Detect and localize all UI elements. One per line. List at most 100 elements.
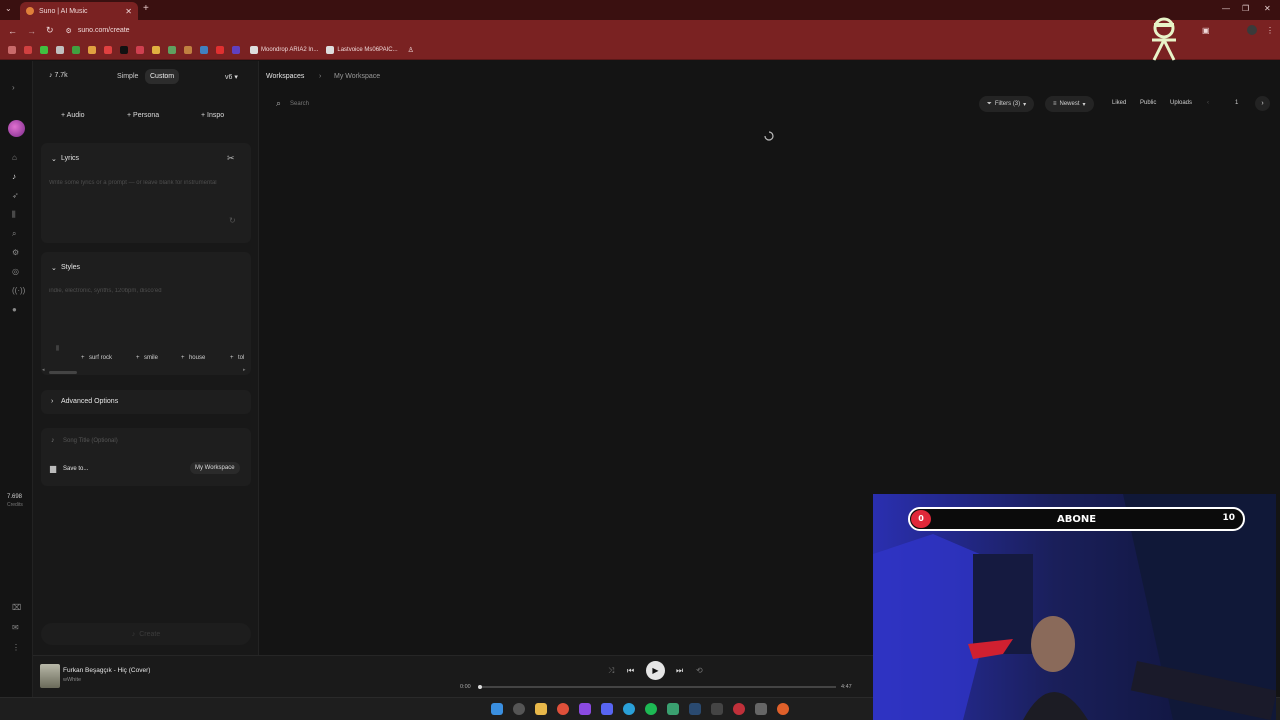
bookmark-icon[interactable]	[250, 46, 258, 54]
bookmark-icon[interactable]	[326, 46, 335, 54]
breadcrumb-root[interactable]: Workspaces	[266, 73, 304, 80]
site-info-icon[interactable]: ⚙	[66, 27, 72, 35]
back-icon[interactable]: ←	[8, 26, 17, 36]
reload-icon[interactable]: ↻	[46, 25, 54, 36]
apps-icon[interactable]	[8, 46, 16, 54]
browser-menu-icon[interactable]: ⋮	[1266, 26, 1274, 35]
bookmark-icon[interactable]	[24, 46, 32, 54]
sort-button[interactable]: ≡ Newest ▾	[1045, 96, 1094, 112]
more-icon[interactable]: ⋮	[12, 643, 20, 652]
steam-icon[interactable]	[689, 703, 701, 715]
bookmark-icon[interactable]	[200, 46, 208, 54]
bookmark-icon[interactable]	[136, 46, 144, 54]
mail-icon[interactable]: ✉	[12, 623, 19, 632]
x-icon[interactable]	[120, 46, 128, 54]
radio-icon[interactable]: ((·))	[12, 286, 25, 295]
bookmark-icon[interactable]	[72, 46, 80, 54]
app-icon[interactable]	[733, 703, 745, 715]
add-persona-button[interactable]: + Persona	[127, 112, 159, 119]
style-tag[interactable]: + surf rock	[81, 346, 112, 364]
search-icon[interactable]	[513, 703, 525, 715]
bookmark-icon[interactable]	[88, 46, 96, 54]
hooks-icon[interactable]: ◎	[12, 267, 19, 276]
repeat-icon[interactable]: ⟲	[696, 666, 703, 675]
progress-bar[interactable]	[478, 685, 836, 689]
scroll-right-icon[interactable]: ▸	[243, 367, 246, 373]
app-icon[interactable]	[579, 703, 591, 715]
browser-tab[interactable]: Suno | AI Music ✕	[20, 2, 138, 20]
uploads-filter[interactable]: Uploads	[1170, 100, 1192, 106]
lyrics-input[interactable]: Write some lyrics or a prompt — or leave…	[49, 180, 244, 186]
url-field[interactable]: suno.com/create	[78, 27, 130, 34]
chrome-icon[interactable]	[557, 703, 569, 715]
add-audio-button[interactable]: + Audio	[61, 112, 85, 119]
close-tab-icon[interactable]: ✕	[125, 7, 132, 16]
mode-custom-tab[interactable]: Custom	[145, 69, 180, 84]
create-icon[interactable]: ♪	[12, 172, 16, 181]
app-icon[interactable]	[777, 703, 789, 715]
add-inspo-button[interactable]: + Inspo	[201, 112, 224, 119]
file-explorer-icon[interactable]	[535, 703, 547, 715]
play-button[interactable]: ▶	[646, 661, 665, 680]
extensions-icon[interactable]: ▣	[1202, 26, 1210, 35]
notifications-icon[interactable]: ●	[12, 305, 17, 314]
expand-sidebar-icon[interactable]: ›	[12, 83, 15, 92]
album-art[interactable]	[40, 664, 60, 688]
styles-title[interactable]: Styles	[61, 264, 80, 271]
create-button[interactable]: ♪ Create	[41, 623, 251, 645]
bookmark-icon[interactable]	[232, 46, 240, 54]
search-input[interactable]: Search	[290, 101, 970, 107]
shuffle-icon[interactable]: ⤨	[608, 666, 614, 676]
app-icon[interactable]	[667, 703, 679, 715]
version-select[interactable]: v6 ▾	[225, 73, 238, 81]
user-avatar[interactable]	[8, 120, 25, 137]
restore-icon[interactable]: ❐	[1242, 4, 1249, 13]
style-tag[interactable]: + tol	[230, 346, 251, 364]
credits-badge[interactable]: ♪ 7.7k	[49, 72, 68, 79]
bookmark-link[interactable]: Moondrop ARIA2 In...	[261, 47, 318, 53]
app-icon[interactable]	[711, 703, 723, 715]
prev-page-icon[interactable]: ‹	[1207, 100, 1209, 106]
track-title[interactable]: Furkan Beşagçık - Hiç (Cover)	[63, 667, 150, 674]
filters-button[interactable]: ⏷ Filters (3) ▾	[979, 96, 1035, 112]
tags-scrollbar[interactable]	[49, 371, 77, 374]
home-icon[interactable]: ⌂	[12, 153, 17, 162]
bookmark-icon[interactable]	[216, 46, 224, 54]
minimize-icon[interactable]: —	[1222, 4, 1230, 13]
lyrics-title[interactable]: Lyrics	[61, 155, 79, 162]
track-artist[interactable]: wWhite	[63, 677, 81, 683]
scroll-left-icon[interactable]: ◂	[42, 367, 45, 373]
previous-icon[interactable]: ⏮	[627, 666, 634, 676]
profile-icon[interactable]	[1247, 25, 1257, 35]
chevron-down-icon[interactable]: ⌄	[51, 155, 57, 163]
windows-start-icon[interactable]	[491, 703, 503, 715]
close-window-icon[interactable]: ✕	[1264, 4, 1271, 13]
new-tab-icon[interactable]: +	[143, 3, 149, 14]
forward-icon[interactable]: →	[27, 26, 36, 36]
bookmark-icon[interactable]	[184, 46, 192, 54]
app-icon[interactable]	[755, 703, 767, 715]
public-filter[interactable]: Public	[1140, 100, 1156, 106]
bookmark-person-icon[interactable]: ♙	[408, 46, 414, 54]
chevron-down-icon[interactable]: ⌄	[51, 264, 57, 272]
styles-input[interactable]: indie, electronic, synths, 120bpm, disco…	[49, 288, 244, 294]
refresh-icon[interactable]: ↻	[229, 216, 236, 225]
library-icon[interactable]: ⫼	[12, 210, 16, 220]
style-tag[interactable]: + house	[181, 346, 205, 364]
liked-filter[interactable]: Liked	[1112, 100, 1126, 106]
workspace-select-button[interactable]: My Workspace	[190, 462, 240, 474]
mode-simple-tab[interactable]: Simple	[117, 73, 138, 80]
bookmark-link[interactable]: Lastvoice Ms06PAIC...	[337, 47, 397, 53]
style-tag[interactable]: + smile	[136, 346, 158, 364]
bookmark-icon[interactable]	[56, 46, 64, 54]
settings-icon[interactable]: ⚙	[12, 248, 19, 257]
bookmark-icon[interactable]	[104, 46, 112, 54]
gift-icon[interactable]: ⌧	[12, 603, 21, 612]
spotify-icon[interactable]	[645, 703, 657, 715]
next-icon[interactable]: ⏭	[676, 666, 683, 676]
magic-wand-icon[interactable]: ✂	[227, 153, 235, 164]
advanced-options-row[interactable]: › Advanced Options	[41, 390, 251, 414]
progress-thumb[interactable]	[478, 685, 482, 689]
explore-icon[interactable]: ➶	[12, 191, 19, 200]
next-page-icon[interactable]: ›	[1255, 96, 1270, 111]
